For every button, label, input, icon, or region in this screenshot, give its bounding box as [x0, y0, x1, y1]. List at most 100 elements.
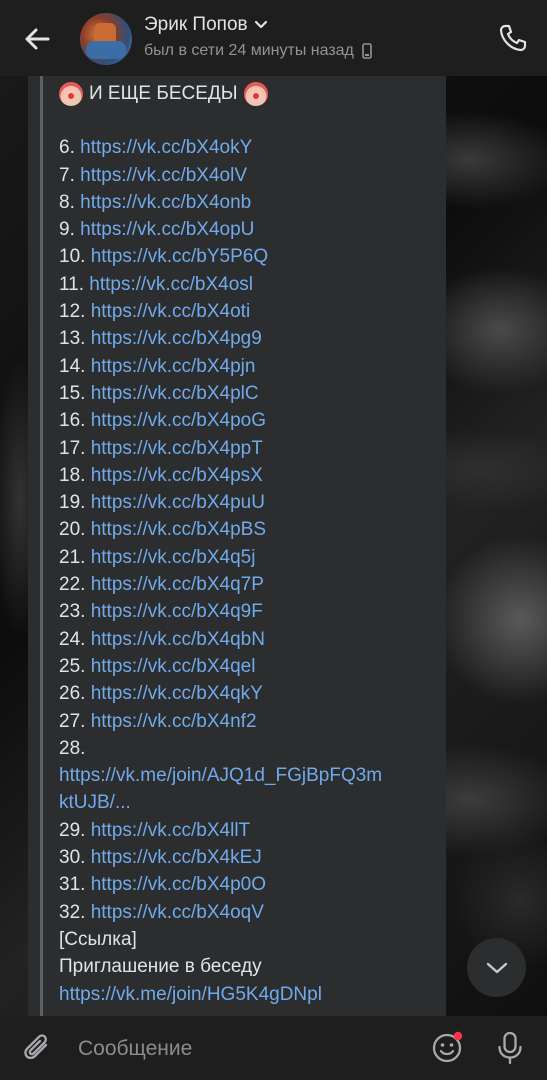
- list-item: 16. https://vk.cc/bX4poG: [59, 407, 439, 434]
- list-item-link[interactable]: https://vk.cc/bX4puU: [91, 492, 265, 513]
- list-item-link[interactable]: https://vk.cc/bX4psX: [91, 465, 263, 486]
- list-item-number: 26.: [59, 683, 86, 705]
- voice-message-button[interactable]: [494, 1030, 526, 1066]
- list-item-link[interactable]: https://vk.cc/bX4opU: [80, 219, 254, 240]
- forward-quote-line: [40, 76, 43, 1016]
- invite-link[interactable]: https://vk.me/join/HG5K4gDNpl: [59, 981, 439, 1008]
- list-item-link[interactable]: https://vk.cc/bX4p0O: [91, 874, 266, 895]
- list-item: 20. https://vk.cc/bX4pBS: [59, 516, 439, 543]
- list-item-link[interactable]: https://vk.cc/bX4onb: [80, 192, 251, 213]
- list-item-link[interactable]: https://vk.cc/bX4oqV: [91, 902, 264, 923]
- list-item-number: 14.: [59, 355, 86, 377]
- list-item-number: 18.: [59, 464, 86, 486]
- contact-name-label: Эрик Попов: [144, 14, 248, 35]
- list-item: 25. https://vk.cc/bX4qel: [59, 653, 439, 680]
- list-item-link[interactable]: https://vk.cc/bX4ppT: [91, 438, 263, 459]
- attach-button[interactable]: [22, 1031, 54, 1065]
- list-item-number: 8.: [59, 191, 75, 213]
- invite-link-28-line1[interactable]: https://vk.me/join/AJQ1d_FGjBpFQ3m: [59, 762, 439, 789]
- list-item-link[interactable]: https://vk.cc/bX4llT: [91, 820, 250, 841]
- list-item-number: 6.: [59, 137, 75, 159]
- list-item-number: 16.: [59, 410, 86, 432]
- list-item-link[interactable]: https://vk.me/join/AJQ1d_FGjBpFQ3m: [59, 765, 382, 786]
- notification-dot: [453, 1031, 463, 1041]
- list-item-number: 30.: [59, 847, 86, 869]
- contact-status: был в сети 24 минуты назад: [144, 42, 372, 60]
- invite-link-28-line2[interactable]: ktUJB/...: [59, 789, 439, 816]
- list-item: 31. https://vk.cc/bX4p0O: [59, 871, 439, 898]
- avatar[interactable]: [80, 13, 132, 65]
- list-item-number: 10.: [59, 246, 86, 268]
- list-item: 24. https://vk.cc/bX4qbN: [59, 626, 439, 653]
- mobile-phone-icon: [362, 43, 372, 59]
- list-item: 15. https://vk.cc/bX4plC: [59, 380, 439, 407]
- list-item-number: 13.: [59, 328, 86, 350]
- contact-name[interactable]: Эрик Попов: [144, 14, 268, 36]
- invite-label: Приглашение в беседу: [59, 956, 262, 978]
- list-item-link[interactable]: https://vk.cc/bX4poG: [91, 410, 266, 431]
- list-item-link[interactable]: https://vk.cc/bX4pg9: [91, 328, 262, 349]
- chat-header: Эрик Попов был в сети 24 минуты назад: [0, 0, 547, 76]
- list-item-number: 23.: [59, 601, 86, 623]
- list-item-number: 25.: [59, 655, 86, 677]
- list-item-link[interactable]: ktUJB/...: [59, 792, 131, 813]
- list-item-link[interactable]: https://vk.cc/bX4nf2: [91, 711, 257, 732]
- list-item-number: 27.: [59, 710, 86, 732]
- list-item-link[interactable]: https://vk.cc/bY5P6Q: [91, 246, 268, 267]
- chevron-down-icon: [486, 962, 507, 973]
- list-item-number: 29.: [59, 819, 86, 841]
- list-item: 17. https://vk.cc/bX4ppT: [59, 435, 439, 462]
- list-item: 28.: [59, 735, 439, 762]
- list-item-link[interactable]: https://vk.cc/bX4qbN: [91, 629, 265, 650]
- list-item-link[interactable]: https://vk.cc/bX4osl: [89, 274, 253, 295]
- list-item-number: 12.: [59, 301, 86, 323]
- list-item: 12. https://vk.cc/bX4oti: [59, 298, 439, 325]
- link-label: [Ссылка]: [59, 928, 137, 950]
- list-item: 26. https://vk.cc/bX4qkY: [59, 680, 439, 707]
- list-item: 23. https://vk.cc/bX4q9F: [59, 598, 439, 625]
- list-item: 9. https://vk.cc/bX4opU: [59, 216, 439, 243]
- emoji-smile-icon: [432, 1031, 463, 1063]
- list-item-link[interactable]: https://vk.cc/bX4q9F: [91, 601, 263, 622]
- paperclip-icon: [24, 1034, 48, 1060]
- back-button[interactable]: [20, 22, 54, 56]
- list-item: 32. https://vk.cc/bX4oqV: [59, 899, 439, 926]
- list-item-link[interactable]: https://vk.cc/bX4qkY: [91, 683, 263, 704]
- list-item-number: 24.: [59, 628, 86, 650]
- list-item-link[interactable]: https://vk.cc/bX4q5j: [91, 547, 256, 568]
- list-item-link[interactable]: https://vk.cc/bX4plC: [91, 383, 259, 404]
- list-item-link[interactable]: https://vk.cc/bX4qel: [91, 656, 256, 677]
- list-item: 10. https://vk.cc/bY5P6Q: [59, 243, 439, 270]
- phone-call-icon: [499, 24, 527, 52]
- list-item: 6. https://vk.cc/bX4okY: [59, 134, 439, 161]
- list-item-link[interactable]: https://vk.cc/bX4okY: [80, 137, 252, 158]
- list-item: 22. https://vk.cc/bX4q7P: [59, 571, 439, 598]
- list-item-link[interactable]: https://vk.cc/bX4q7P: [91, 574, 264, 595]
- list-item: 7. https://vk.cc/bX4olV: [59, 162, 439, 189]
- message-input[interactable]: [76, 1034, 410, 1064]
- emoji-button[interactable]: [431, 1030, 465, 1064]
- chevron-down-icon: [254, 20, 267, 29]
- list-item: 11. https://vk.cc/bX4osl: [59, 271, 439, 298]
- list-item-number: 15.: [59, 382, 86, 404]
- microphone-icon: [498, 1031, 522, 1065]
- list-item-number: 28.: [59, 737, 86, 759]
- list-item-link[interactable]: https://vk.cc/bX4kEJ: [91, 847, 262, 868]
- list-item-link[interactable]: https://vk.cc/bX4pBS: [91, 519, 266, 540]
- invite-link-url[interactable]: https://vk.me/join/HG5K4gDNpl: [59, 984, 322, 1005]
- scroll-down-button[interactable]: [467, 938, 526, 997]
- list-item-number: 7.: [59, 164, 75, 186]
- back-arrow-icon: [25, 28, 50, 50]
- last-seen-text: был в сети 24 минуты назад: [144, 42, 354, 59]
- call-button[interactable]: [497, 22, 529, 54]
- message-heading-text: И ЕЩЕ БЕСЕДЫ: [89, 83, 238, 104]
- list-item-number: 19.: [59, 492, 86, 514]
- list-item-link[interactable]: https://vk.cc/bX4oti: [91, 301, 250, 322]
- list-item-link[interactable]: https://vk.cc/bX4olV: [80, 165, 247, 186]
- list-item: 14. https://vk.cc/bX4pjn: [59, 353, 439, 380]
- list-item: 21. https://vk.cc/bX4q5j: [59, 544, 439, 571]
- list-item: 30. https://vk.cc/bX4kEJ: [59, 844, 439, 871]
- list-item-link[interactable]: https://vk.cc/bX4pjn: [91, 356, 256, 377]
- list-item-number: 22.: [59, 574, 86, 596]
- clown-emoji-icon: [59, 81, 83, 106]
